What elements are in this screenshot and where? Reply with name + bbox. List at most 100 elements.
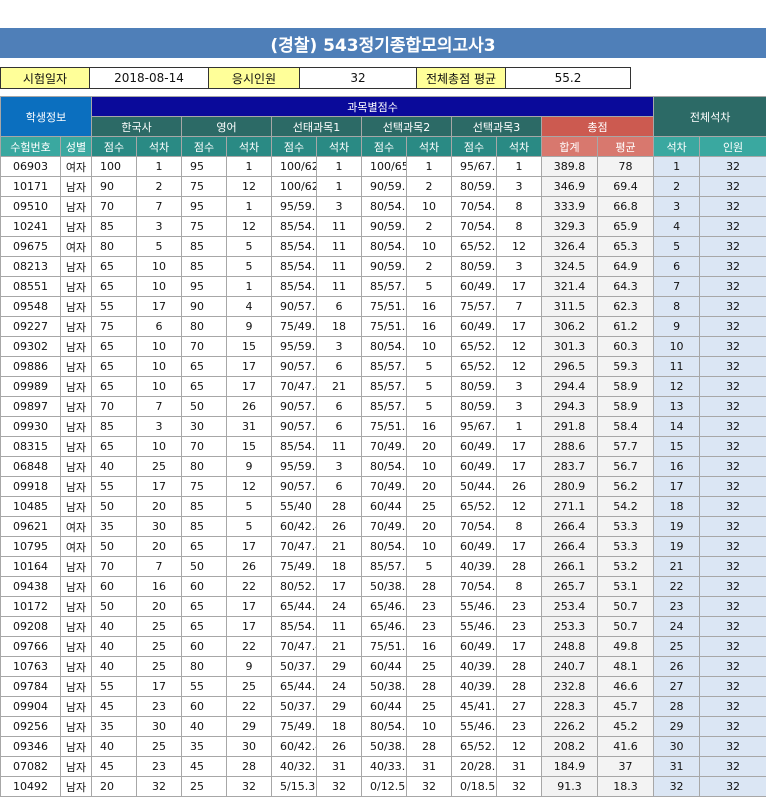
- cell-korean-history-rank: 7: [137, 397, 182, 417]
- cell-gender: 남자: [61, 557, 92, 577]
- cell-elective3-score: 55/46.9: [452, 597, 497, 617]
- cell-overall-rank: 28: [654, 697, 700, 717]
- cell-korean-history-rank: 3: [137, 417, 182, 437]
- cell-english-rank: 12: [227, 177, 272, 197]
- cell-english-score: 50: [182, 397, 227, 417]
- cell-student-id: 10171: [1, 177, 61, 197]
- cell-total-sum: 346.9: [542, 177, 598, 197]
- cell-elective1-rank: 21: [317, 637, 362, 657]
- cell-english-score: 55: [182, 677, 227, 697]
- cell-elective1-rank: 31: [317, 757, 362, 777]
- cell-overall-rank: 29: [654, 717, 700, 737]
- cell-elective3-rank: 12: [497, 237, 542, 257]
- cell-elective1-rank: 3: [317, 457, 362, 477]
- table-row: 06848남자402580995/59.7380/54.51060/49.517…: [1, 457, 766, 477]
- cell-student-id: 08213: [1, 257, 61, 277]
- cell-total-average: 61.2: [598, 317, 654, 337]
- cell-applicant-count: 32: [700, 437, 766, 457]
- cell-total-average: 18.3: [598, 777, 654, 797]
- cell-overall-rank: 10: [654, 337, 700, 357]
- cell-gender: 남자: [61, 657, 92, 677]
- cell-korean-history-score: 40: [92, 737, 137, 757]
- cell-english-rank: 15: [227, 337, 272, 357]
- cell-overall-rank: 14: [654, 417, 700, 437]
- cell-elective3-rank: 17: [497, 277, 542, 297]
- cell-elective2-score: 90/59.8: [362, 217, 407, 237]
- cell-korean-history-rank: 30: [137, 517, 182, 537]
- cell-elective2-rank: 32: [407, 777, 452, 797]
- cell-applicant-count: 32: [700, 637, 766, 657]
- cell-student-id: 07082: [1, 757, 61, 777]
- cell-applicant-count: 32: [700, 477, 766, 497]
- cell-korean-history-score: 65: [92, 377, 137, 397]
- cell-gender: 남자: [61, 417, 92, 437]
- cell-korean-history-score: 70: [92, 397, 137, 417]
- cell-english-score: 35: [182, 737, 227, 757]
- cell-elective1-score: 75/49.8: [272, 317, 317, 337]
- cell-student-id: 10763: [1, 657, 61, 677]
- cell-korean-history-score: 50: [92, 537, 137, 557]
- cell-elective1-rank: 6: [317, 297, 362, 317]
- cell-elective1-rank: 21: [317, 537, 362, 557]
- cell-elective2-score: 40/33.5: [362, 757, 407, 777]
- col-header-rank: 석차: [317, 137, 362, 157]
- cell-student-id: 10241: [1, 217, 61, 237]
- cell-elective2-rank: 5: [407, 377, 452, 397]
- cell-elective3-rank: 17: [497, 317, 542, 337]
- cell-english-rank: 5: [227, 517, 272, 537]
- cell-total-average: 65.9: [598, 217, 654, 237]
- cell-elective3-rank: 8: [497, 217, 542, 237]
- cell-student-id: 10492: [1, 777, 61, 797]
- cell-elective3-score: 65/52.1: [452, 357, 497, 377]
- cell-elective3-score: 60/49.5: [452, 277, 497, 297]
- cell-korean-history-rank: 10: [137, 277, 182, 297]
- exam-date-label: 시험일자: [1, 68, 90, 89]
- cell-total-average: 41.6: [598, 737, 654, 757]
- cell-english-rank: 17: [227, 537, 272, 557]
- cell-total-average: 50.7: [598, 617, 654, 637]
- cell-total-sum: 240.7: [542, 657, 598, 677]
- cell-korean-history-rank: 2: [137, 177, 182, 197]
- cell-elective2-score: 80/54.5: [362, 337, 407, 357]
- cell-overall-rank: 31: [654, 757, 700, 777]
- subject-header-english: 영어: [182, 117, 272, 137]
- table-row: 06903여자1001951100/62.1100/65195/67.61389…: [1, 157, 766, 177]
- cell-elective2-score: 80/54.5: [362, 237, 407, 257]
- exam-info-bar: 시험일자 2018-08-14 응시인원 32 전체총점 평균 55.2: [0, 67, 631, 89]
- subject-header-korean-history: 한국사: [92, 117, 182, 137]
- cell-korean-history-rank: 1: [137, 157, 182, 177]
- cell-english-score: 75: [182, 217, 227, 237]
- cell-overall-rank: 17: [654, 477, 700, 497]
- cell-korean-history-score: 50: [92, 597, 137, 617]
- cell-elective3-rank: 7: [497, 297, 542, 317]
- cell-elective3-rank: 12: [497, 737, 542, 757]
- cell-korean-history-score: 65: [92, 277, 137, 297]
- table-row: 09208남자4025651785/54.81165/46.62355/46.9…: [1, 617, 766, 637]
- cell-elective3-rank: 28: [497, 657, 542, 677]
- applicants-value: 32: [300, 68, 417, 89]
- cell-student-id: 06903: [1, 157, 61, 177]
- cell-elective1-score: 85/54.8: [272, 437, 317, 457]
- cell-student-id: 08551: [1, 277, 61, 297]
- cell-elective1-score: 85/54.8: [272, 217, 317, 237]
- cell-total-average: 54.2: [598, 497, 654, 517]
- cell-total-sum: 311.5: [542, 297, 598, 317]
- col-header-score: 점수: [452, 137, 497, 157]
- cell-student-id: 09621: [1, 517, 61, 537]
- cell-elective1-rank: 11: [317, 217, 362, 237]
- cell-elective3-rank: 1: [497, 417, 542, 437]
- table-row: 10763남자402580950/37.52960/442540/39.2282…: [1, 657, 766, 677]
- cell-english-rank: 5: [227, 237, 272, 257]
- cell-overall-rank: 3: [654, 197, 700, 217]
- cell-elective2-rank: 25: [407, 697, 452, 717]
- cell-elective2-score: 65/46.6: [362, 617, 407, 637]
- cell-elective1-rank: 18: [317, 717, 362, 737]
- cell-student-id: 09548: [1, 297, 61, 317]
- cell-gender: 여자: [61, 157, 92, 177]
- cell-total-average: 56.2: [598, 477, 654, 497]
- cell-elective2-rank: 28: [407, 737, 452, 757]
- cell-korean-history-score: 55: [92, 677, 137, 697]
- cell-english-score: 75: [182, 177, 227, 197]
- cell-total-sum: 301.3: [542, 337, 598, 357]
- cell-total-average: 50.7: [598, 597, 654, 617]
